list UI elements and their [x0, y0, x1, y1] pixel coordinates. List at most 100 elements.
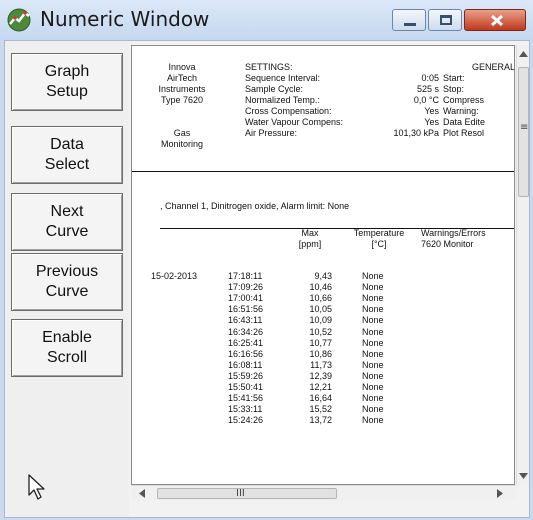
- time-cell: 16:51:56: [228, 304, 264, 314]
- scroll-right-icon[interactable]: [497, 489, 503, 498]
- scroll-down-icon[interactable]: [519, 473, 528, 479]
- setting-label: Normalized Temp.:: [245, 95, 320, 105]
- scroll-up-icon[interactable]: [519, 51, 528, 57]
- data-select-button[interactable]: Data Select: [11, 126, 123, 184]
- temperature-cell: None: [362, 382, 384, 392]
- general-label: Warning:: [443, 106, 479, 116]
- next-curve-button[interactable]: Next Curve: [11, 193, 123, 251]
- setting-label: Sample Cycle:: [245, 84, 304, 94]
- general-label: Compress: [443, 95, 485, 105]
- time-cell: 17:00:41: [228, 293, 264, 303]
- general-label: Stop:: [443, 84, 465, 94]
- temperature-cell: None: [362, 393, 384, 403]
- grip-icon: ≡: [520, 122, 529, 133]
- temperature-cell: None: [362, 315, 384, 325]
- general-title: GENERAL: [472, 62, 515, 72]
- settings-title: SETTINGS:: [245, 62, 293, 72]
- minimize-icon: [404, 23, 416, 26]
- mouse-pointer-icon: [28, 474, 45, 500]
- company-line: Type 7620: [160, 95, 204, 105]
- max-cell: 13,72: [309, 415, 332, 425]
- max-cell: 10,46: [309, 282, 332, 292]
- max-cell: 16,64: [309, 393, 332, 403]
- company-line: Instruments: [158, 84, 206, 94]
- temperature-cell: None: [362, 327, 384, 337]
- temperature-cell: None: [362, 415, 384, 425]
- setting-value: Yes: [424, 106, 439, 116]
- setting-value: 525 s: [416, 84, 439, 94]
- max-cell: 12,21: [309, 382, 332, 392]
- col-unit-max: [ppm]: [298, 239, 322, 249]
- gas-label: Gas: [173, 128, 191, 138]
- time-cell: 15:59:26: [228, 371, 264, 381]
- vertical-scroll-thumb[interactable]: ≡: [518, 67, 529, 197]
- setting-value: 101,30 kPa: [393, 128, 439, 138]
- col-header-warnings: Warnings/Errors: [421, 228, 486, 238]
- max-cell: 10,52: [309, 327, 332, 337]
- vertical-scrollbar[interactable]: ≡: [516, 45, 529, 485]
- enable-scroll-button[interactable]: Enable Scroll: [11, 319, 123, 377]
- col-header-temperature: Temperature: [353, 228, 405, 238]
- max-cell: 10,77: [309, 338, 332, 348]
- header-divider: [132, 171, 514, 172]
- setting-value: 0,0 °C: [413, 95, 439, 105]
- temperature-cell: None: [362, 282, 384, 292]
- max-cell: 15,52: [309, 404, 332, 414]
- time-cell: 16:25:41: [228, 338, 264, 348]
- report-view[interactable]: Innova AirTech Instruments Type 7620 Gas…: [131, 45, 515, 485]
- temperature-cell: None: [362, 271, 384, 281]
- scroll-left-icon[interactable]: [139, 489, 145, 498]
- max-cell: 11,73: [310, 360, 332, 370]
- time-cell: 17:09:26: [228, 282, 264, 292]
- maximize-button[interactable]: [428, 9, 462, 31]
- temperature-cell: None: [362, 360, 384, 370]
- max-cell: 10,05: [309, 304, 332, 314]
- minimize-button[interactable]: [392, 9, 426, 31]
- company-line: AirTech: [166, 73, 197, 83]
- graph-setup-button[interactable]: Graph Setup: [11, 53, 123, 111]
- max-cell: 12,39: [309, 371, 332, 381]
- setting-label: Cross Compensation:: [245, 106, 332, 116]
- time-cell: 15:50:41: [228, 382, 264, 392]
- col-unit-temperature: [°C]: [371, 239, 387, 249]
- window-title: Numeric Window: [40, 7, 210, 31]
- max-cell: 10,66: [309, 293, 332, 303]
- close-button[interactable]: [464, 9, 526, 31]
- setting-label: Water Vapour Compens:: [245, 117, 344, 127]
- col-sub-warnings: 7620 Monitor: [421, 239, 474, 249]
- app-chart-icon: [7, 8, 31, 32]
- horizontal-scrollbar[interactable]: III: [131, 485, 516, 501]
- setting-value: 0:05: [421, 73, 439, 83]
- maximize-icon: [440, 15, 452, 25]
- general-label: Data Edite: [443, 117, 486, 127]
- col-header-max: Max: [301, 228, 319, 238]
- general-label: Plot Resol: [443, 128, 485, 138]
- time-cell: 16:34:26: [228, 327, 264, 337]
- company-line: Innova: [168, 62, 196, 72]
- client-area: Graph Setup Data Select Next Curve Previ…: [4, 40, 530, 518]
- numeric-window: Numeric Window Graph Setup Data Select N…: [0, 0, 533, 520]
- temperature-cell: None: [362, 404, 384, 414]
- gas-label: Monitoring: [160, 139, 204, 149]
- max-cell: 9,43: [314, 271, 332, 281]
- grip-label: III: [236, 488, 245, 499]
- horizontal-scroll-thumb[interactable]: III: [157, 488, 337, 499]
- temperature-cell: None: [362, 338, 384, 348]
- time-cell: 17:18:11: [228, 271, 263, 281]
- time-cell: 16:16:56: [228, 349, 264, 359]
- time-cell: 16:43:11: [228, 315, 263, 325]
- title-bar[interactable]: Numeric Window: [0, 0, 533, 40]
- time-cell: 15:33:11: [228, 404, 263, 414]
- time-cell: 16:08:11: [228, 360, 263, 370]
- temperature-cell: None: [362, 371, 384, 381]
- temperature-cell: None: [362, 293, 384, 303]
- temperature-cell: None: [362, 304, 384, 314]
- close-icon: [490, 14, 504, 27]
- previous-curve-button[interactable]: Previous Curve: [11, 253, 123, 311]
- general-label: Start:: [443, 73, 465, 83]
- temperature-cell: None: [362, 349, 384, 359]
- time-cell: 15:41:56: [228, 393, 264, 403]
- button-panel: Graph Setup Data Select Next Curve Previ…: [5, 41, 129, 517]
- channel-info: , Channel 1, Dinitrogen oxide, Alarm lim…: [160, 201, 350, 211]
- date-cell: 15-02-2013: [151, 271, 198, 281]
